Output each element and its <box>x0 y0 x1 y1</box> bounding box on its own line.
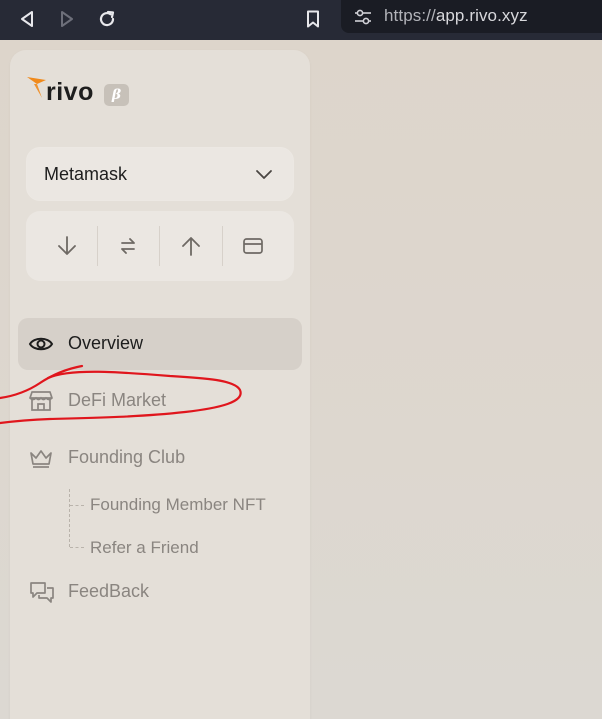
chat-bubbles-icon <box>28 579 56 610</box>
nav-item-defi-market[interactable]: DeFi Market <box>18 375 302 427</box>
reload-icon[interactable] <box>94 6 120 32</box>
receive-button[interactable] <box>36 211 98 281</box>
tree-connector <box>69 489 70 547</box>
arrow-up-icon <box>182 237 200 256</box>
eye-icon <box>28 331 54 362</box>
tree-connector <box>70 547 84 548</box>
url-scheme: https:// <box>384 6 436 25</box>
sub-item-founding-member-nft[interactable]: Founding Member NFT <box>90 495 266 515</box>
nav-item-label: DeFi Market <box>68 390 167 410</box>
card-icon <box>243 238 263 254</box>
chevron-down-icon <box>255 165 273 188</box>
site-settings-icon[interactable] <box>350 4 376 30</box>
send-button[interactable] <box>160 211 222 281</box>
wallet-actions <box>26 211 294 281</box>
brand-name: rivo <box>46 78 94 106</box>
nav-item-feedback[interactable]: FeedBack <box>18 566 302 618</box>
back-arrow-icon[interactable] <box>14 6 40 32</box>
nav-item-label: FeedBack <box>68 581 150 601</box>
card-button[interactable] <box>222 211 284 281</box>
nav-item-label: Overview <box>68 333 144 353</box>
beta-badge: β <box>104 84 129 106</box>
nav-item-founding-club[interactable]: Founding Club <box>18 432 302 484</box>
wallet-select-value: Metamask <box>44 164 128 184</box>
browser-toolbar: https://app.rivo.xyz <box>0 0 602 40</box>
nav-item-label: Founding Club <box>68 447 186 467</box>
swap-button[interactable] <box>97 211 159 281</box>
nav-item-overview[interactable]: Overview <box>18 318 302 370</box>
forward-arrow-icon[interactable] <box>54 6 80 32</box>
url-host: app.rivo.xyz <box>435 6 528 25</box>
tree-connector <box>70 505 84 506</box>
bookmark-icon[interactable] <box>300 6 326 32</box>
crown-icon <box>28 445 54 476</box>
rivo-logo-icon <box>27 77 46 98</box>
store-icon <box>28 388 54 419</box>
url-text[interactable]: https://app.rivo.xyz <box>384 6 528 26</box>
arrow-down-icon <box>58 236 76 255</box>
swap-icon <box>121 238 135 254</box>
wallet-select[interactable]: Metamask <box>26 147 294 201</box>
logo-mark <box>26 74 48 100</box>
sub-item-refer-a-friend[interactable]: Refer a Friend <box>90 538 199 558</box>
